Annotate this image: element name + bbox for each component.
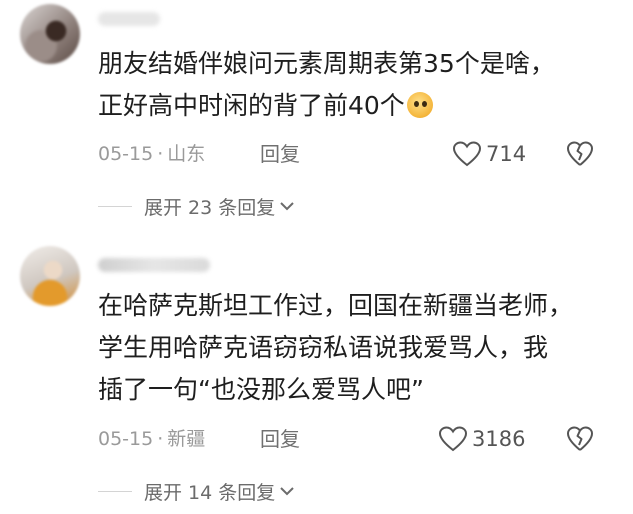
broken-heart-icon [567, 426, 593, 451]
expand-divider [98, 205, 132, 207]
expand-replies-label: 展开 14 条回复 [144, 481, 276, 504]
comment-location: 新疆 [167, 428, 206, 450]
reply-button[interactable]: 回复 [260, 140, 300, 168]
comment-text: 在哈萨克斯坦工作过，回国在新疆当老师， 学生用哈萨克语窃窃私语说我爱骂人，我 插… [98, 285, 573, 411]
heart-icon [452, 141, 482, 167]
comment-text-line: 在哈萨克斯坦工作过，回国在新疆当老师， [98, 291, 574, 320]
avatar[interactable] [20, 4, 80, 64]
comment-text-line: 朋友结婚伴娘问元素周期表第35个是啥， [98, 49, 555, 78]
reply-button[interactable]: 回复 [260, 425, 300, 453]
comment-text: 朋友结婚伴娘问元素周期表第35个是啥， 正好高中时闲的背了前40个 [98, 43, 555, 127]
like-count: 714 [486, 142, 527, 166]
expand-divider [98, 490, 132, 492]
dislike-button[interactable] [566, 426, 594, 456]
comment-date: 05-15 [98, 428, 154, 450]
avatar[interactable] [20, 246, 80, 306]
like-count: 3186 [472, 427, 526, 451]
dislike-button[interactable] [566, 141, 594, 171]
like-button[interactable]: 3186 [438, 425, 525, 453]
chevron-down-icon [280, 202, 294, 211]
expand-replies-label: 展开 23 条回复 [144, 196, 276, 219]
username-blurred[interactable] [98, 258, 210, 272]
comment-text-line: 正好高中时闲的背了前40个 [98, 85, 555, 127]
comment-location: 山东 [167, 143, 206, 165]
comment-date: 05-15 [98, 143, 154, 165]
expand-replies-button[interactable]: 展开 14 条回复 [98, 477, 295, 505]
grimace-emoji-icon [406, 92, 433, 118]
comment-text-line: 插了一句“也没那么爱骂人吧” [98, 375, 424, 404]
meta-separator: · [157, 428, 164, 450]
username-blurred[interactable] [98, 12, 160, 26]
comment-meta: 05-15 · 山东 [98, 140, 205, 168]
broken-heart-icon [567, 141, 593, 166]
chevron-down-icon [280, 487, 294, 496]
comment-meta: 05-15 · 新疆 [98, 425, 205, 453]
like-button[interactable]: 714 [452, 140, 526, 168]
expand-replies-button[interactable]: 展开 23 条回复 [98, 192, 295, 220]
meta-separator: · [157, 143, 164, 165]
heart-icon [438, 426, 468, 452]
comment-text-line: 学生用哈萨克语窃窃私语说我爱骂人，我 [98, 333, 549, 362]
